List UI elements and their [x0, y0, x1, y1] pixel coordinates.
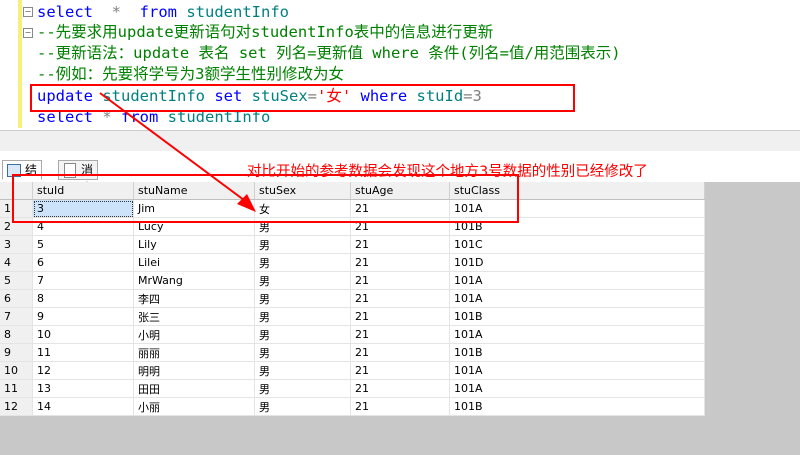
annotation-arrow	[99, 92, 256, 212]
arrow-line	[99, 92, 249, 204]
